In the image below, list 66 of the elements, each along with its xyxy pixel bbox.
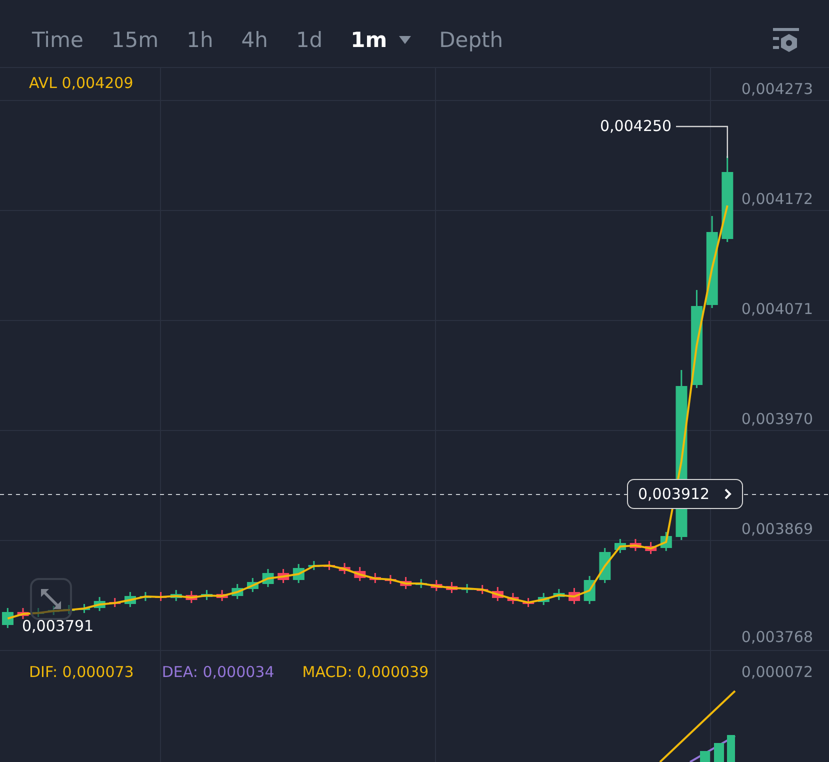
- candlestick: [384, 575, 396, 584]
- candlestick: [186, 591, 198, 603]
- candlestick: [492, 587, 504, 601]
- interval-tab[interactable]: Time: [18, 24, 98, 56]
- leader-line: [676, 126, 728, 158]
- candlestick: [370, 573, 381, 583]
- candlestick: [201, 590, 213, 600]
- candlestick: [32, 608, 44, 617]
- macd-value: MACD: 0,000039: [302, 663, 429, 681]
- candlestick: [94, 597, 106, 611]
- candlestick: [216, 590, 228, 601]
- chevron-icon: [724, 488, 732, 500]
- high-price-label: 0,004250: [600, 117, 672, 135]
- candlestick: [568, 588, 580, 604]
- dif-value: DIF: 0,000073: [29, 663, 134, 681]
- candlestick: [430, 580, 442, 591]
- candlestick: [507, 593, 519, 604]
- candlestick: [522, 598, 534, 607]
- candlestick: [461, 584, 473, 593]
- interval-tab[interactable]: 1d: [282, 24, 337, 56]
- candlestick: [400, 577, 412, 589]
- candlestick: [553, 589, 565, 600]
- macd-axis-label: 0,000072: [741, 663, 813, 681]
- interval-tab[interactable]: 1m: [336, 24, 426, 56]
- current-price-button[interactable]: 0,003912: [627, 479, 743, 509]
- candlestick: [324, 561, 336, 570]
- fullscreen-button[interactable]: [30, 578, 72, 620]
- candlestick: [415, 579, 427, 588]
- candlestick: [170, 590, 182, 601]
- dea-value: DEA: 0,000034: [162, 663, 274, 681]
- price-axis-label: 0,003869: [741, 520, 813, 538]
- candlestick: [584, 576, 596, 604]
- interval-tab[interactable]: 15m: [97, 24, 173, 56]
- candlestick: [232, 584, 244, 599]
- settings-icon[interactable]: [773, 28, 799, 52]
- interval-tab[interactable]: Depth: [425, 24, 518, 56]
- candlestick: [630, 539, 642, 551]
- candlestick: [78, 604, 90, 613]
- candlestick: [278, 569, 290, 583]
- interval-tab[interactable]: 1h: [172, 24, 228, 56]
- interval-tab[interactable]: 4h: [227, 24, 282, 56]
- price-axis-label: 0,004071: [741, 300, 813, 318]
- candlestick: [538, 593, 550, 605]
- candlestick: [247, 578, 258, 592]
- avl-indicator: AVL 0,004209: [29, 74, 134, 92]
- candlestick: [109, 598, 121, 607]
- candlestick: [292, 564, 304, 583]
- price-axis-label: 0,003970: [741, 410, 813, 428]
- candlestick: [17, 608, 29, 619]
- candlestick: [645, 542, 657, 554]
- candlestick: [63, 605, 75, 614]
- price-axis-label: 0,004273: [741, 80, 813, 98]
- candlestick: [2, 608, 14, 628]
- candlestick: [446, 582, 458, 593]
- price-axis-label: 0,004172: [741, 190, 813, 208]
- expand-arrows-icon: [39, 587, 63, 611]
- candlestick: [262, 569, 274, 587]
- low-price-label: 0,003791: [22, 617, 94, 635]
- candlestick: [614, 539, 626, 553]
- candlestick: [140, 592, 152, 601]
- price-axis-label: 0,003768: [741, 628, 813, 646]
- candlestick: [660, 532, 672, 551]
- candlestick: [124, 592, 136, 607]
- candlestick: [476, 585, 488, 594]
- candlestick: [354, 567, 366, 581]
- candlestick: [338, 563, 350, 574]
